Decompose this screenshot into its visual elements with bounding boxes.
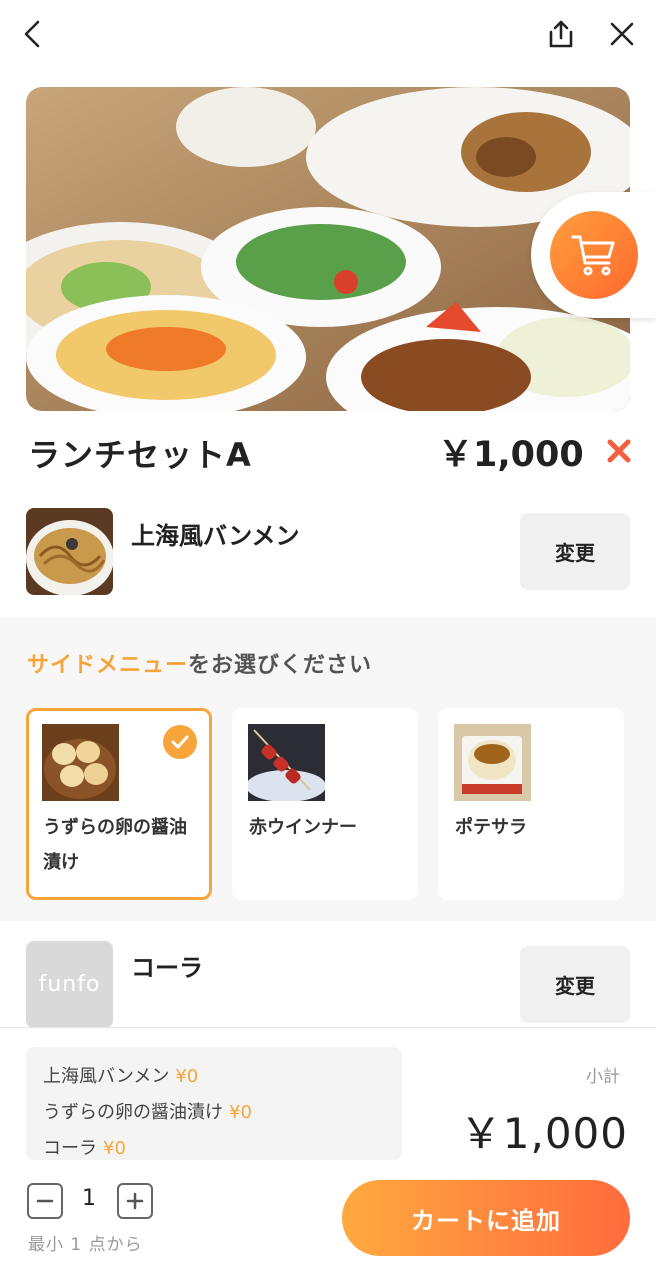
share-icon xyxy=(549,20,573,48)
side-option-name: うずらの卵の醤油漬け xyxy=(43,817,187,873)
quantity-decrease-button[interactable] xyxy=(27,1183,63,1219)
side-option-image xyxy=(42,724,119,801)
cart-button[interactable] xyxy=(550,211,638,299)
add-to-cart-button[interactable]: カートに追加 xyxy=(342,1180,630,1256)
summary-line: 上海風バンメン ¥0 xyxy=(43,1059,385,1095)
main-item-row: 上海風バンメン 変更 xyxy=(0,500,656,600)
side-option-name: ポテサラ xyxy=(455,817,527,838)
side-menu-section: サイドメニューをお選びください うずらの卵の醤油漬け 赤ウインナー ポテサラ xyxy=(0,617,656,921)
drink-item-thumbnail: funfo xyxy=(26,941,113,1028)
summary-item-name: 上海風バンメン xyxy=(43,1066,170,1087)
summary-item-name: うずらの卵の醤油漬け xyxy=(43,1102,223,1123)
drink-item-row: funfo コーラ 変更 xyxy=(0,932,656,1032)
order-footer: 上海風バンメン ¥0 うずらの卵の醤油漬け ¥0 コーラ ¥0 小計 ￥1,000 1… xyxy=(0,1027,656,1280)
side-menu-heading: サイドメニューをお選びください xyxy=(27,647,372,679)
side-menu-heading-rest: をお選びください xyxy=(188,653,373,678)
subtotal-amount: ￥1,000 xyxy=(459,1109,628,1158)
main-item-change-button[interactable]: 変更 xyxy=(520,513,630,590)
summary-item-price: ¥0 xyxy=(103,1138,126,1159)
summary-line: コーラ ¥0 xyxy=(43,1131,385,1167)
side-option-card[interactable]: うずらの卵の醤油漬け xyxy=(26,708,212,900)
summary-line: うずらの卵の醤油漬け ¥0 xyxy=(43,1095,385,1131)
side-option-card[interactable]: 赤ウインナー xyxy=(232,708,418,900)
minimum-quantity-note: 最小 1 点から xyxy=(28,1235,143,1255)
order-summary: 上海風バンメン ¥0 うずらの卵の醤油漬け ¥0 コーラ ¥0 xyxy=(26,1047,402,1160)
side-option-image xyxy=(454,724,531,801)
floating-cart-tab xyxy=(531,192,656,318)
selected-check-icon xyxy=(163,725,197,759)
main-item-thumbnail xyxy=(26,508,113,595)
summary-item-name: コーラ xyxy=(43,1138,97,1159)
side-option-image xyxy=(248,724,325,801)
remove-button[interactable] xyxy=(602,434,636,468)
placeholder-logo: funfo xyxy=(38,972,101,997)
close-icon xyxy=(610,22,634,46)
share-button[interactable] xyxy=(539,12,583,56)
summary-item-price: ¥0 xyxy=(229,1102,252,1123)
drink-item-name: コーラ xyxy=(131,954,203,982)
main-item-name: 上海風バンメン xyxy=(131,522,300,550)
summary-item-price: ¥0 xyxy=(175,1066,199,1087)
quantity-increase-button[interactable] xyxy=(117,1183,153,1219)
cart-icon xyxy=(571,235,615,276)
drink-item-change-button[interactable]: 変更 xyxy=(520,946,630,1023)
product-title: ランチセットA xyxy=(28,436,252,474)
minus-icon xyxy=(36,1199,54,1203)
plus-icon xyxy=(126,1192,144,1210)
remove-icon xyxy=(607,439,631,463)
product-price: ￥1,000 xyxy=(438,435,584,475)
close-button[interactable] xyxy=(600,12,644,56)
side-option-name: 赤ウインナー xyxy=(249,817,357,838)
back-button[interactable] xyxy=(10,12,54,56)
subtotal-label: 小計 xyxy=(586,1067,620,1087)
side-option-card[interactable]: ポテサラ xyxy=(438,708,624,900)
chevron-left-icon xyxy=(24,20,40,48)
top-bar xyxy=(0,0,656,72)
side-menu-heading-accent: サイドメニュー xyxy=(27,653,189,678)
quantity-value: 1 xyxy=(82,1186,96,1211)
